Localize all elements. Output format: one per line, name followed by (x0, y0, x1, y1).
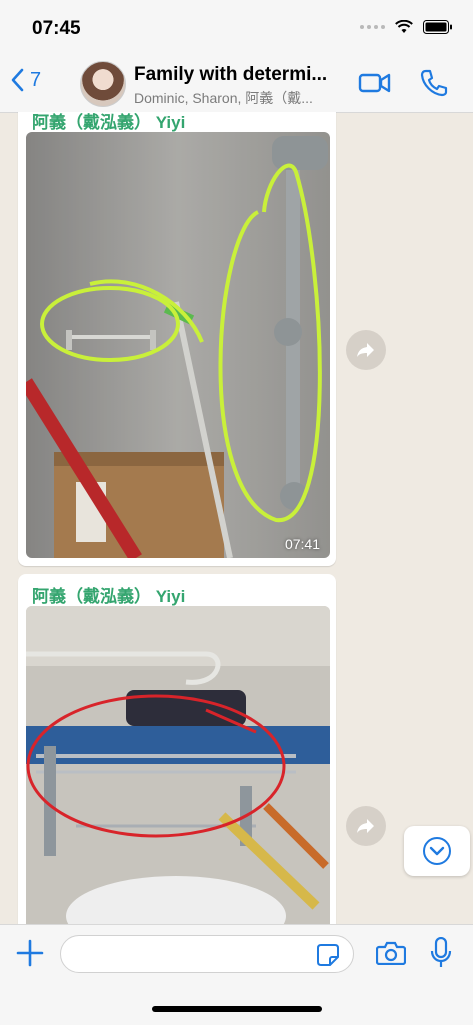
image-message[interactable]: 阿義（戴泓義） Yiyi (18, 574, 336, 924)
chat-header: 7 Family with determi... Dominic, Sharon… (0, 58, 473, 113)
camera-icon[interactable] (376, 941, 406, 965)
group-avatar[interactable] (80, 61, 126, 107)
unread-count: 7 (30, 68, 42, 91)
scroll-down-icon (423, 837, 451, 865)
sender-name: 阿義（戴泓義） Yiyi (32, 587, 186, 606)
group-title[interactable]: Family with determi... (134, 64, 344, 86)
status-time: 07:45 (32, 18, 81, 39)
status-bar: 07:45 (0, 0, 473, 58)
status-icons (360, 20, 453, 34)
message-photo (26, 606, 330, 924)
back-chevron-icon (11, 68, 24, 92)
message-time: 07:41 (284, 536, 320, 552)
chat-area[interactable]: 阿義（戴泓義） Yiyi 07:41 阿義（戴泓義） Yiyi (0, 112, 473, 924)
back-button[interactable]: 7 (10, 68, 41, 92)
photo-shelf-rack[interactable] (26, 606, 330, 924)
sticker-icon[interactable] (317, 944, 339, 966)
phone-icon[interactable] (420, 68, 448, 98)
message-input[interactable] (60, 935, 354, 973)
forward-icon (357, 343, 374, 357)
signal-icon (360, 25, 385, 29)
microphone-icon[interactable] (430, 937, 452, 969)
message-photo (26, 132, 330, 558)
home-indicator[interactable] (152, 1006, 322, 1012)
photo-wall-rail-and-pole[interactable]: 07:41 (26, 132, 330, 558)
image-message[interactable]: 阿義（戴泓義） Yiyi (18, 112, 336, 566)
forward-icon (357, 819, 374, 833)
video-call-icon[interactable] (358, 68, 392, 98)
group-members[interactable]: Dominic, Sharon, 阿義（戴... (134, 88, 344, 108)
sender-name: 阿義（戴泓義） Yiyi (32, 113, 186, 132)
forward-button[interactable] (346, 330, 386, 370)
wifi-icon (395, 20, 413, 33)
battery-icon (423, 20, 452, 34)
plus-icon[interactable] (16, 939, 44, 967)
scroll-down-button[interactable] (404, 826, 470, 876)
forward-button[interactable] (346, 806, 386, 846)
